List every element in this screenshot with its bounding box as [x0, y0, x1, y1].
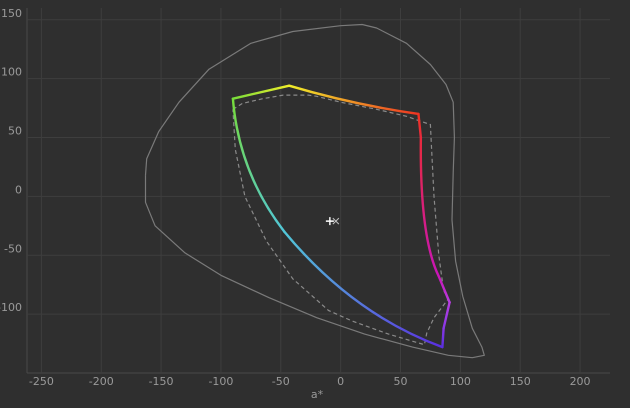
- y-tick-label: -100: [0, 301, 22, 314]
- x-tick-label: -150: [149, 375, 174, 388]
- gamut-segment: [441, 327, 445, 349]
- gamut-segment: [283, 230, 444, 349]
- y-tick-label: 0: [15, 183, 22, 196]
- tick-labels: -250 -200 -150 -100 -50 0 50 100 150 200 150 100 50 0…: [0, 7, 591, 388]
- gamut-segment: [417, 112, 423, 139]
- x-tick-label: 200: [570, 375, 591, 388]
- y-tick-label: 150: [1, 7, 22, 20]
- gamut-segment: [231, 97, 286, 233]
- gamut-chart: -250 -200 -150 -100 -50 0 50 100 150 200 150 100 50 0…: [0, 7, 610, 401]
- x-tick-label: -50: [272, 375, 290, 388]
- y-tick-label: -50: [4, 242, 22, 255]
- x-tick-label: 0: [337, 375, 344, 388]
- gamut-segment: [442, 301, 451, 330]
- outer-gamut-boundary: [144, 23, 485, 359]
- y-tick-label: 50: [8, 125, 22, 138]
- x-tick-label: -200: [89, 375, 114, 388]
- x-tick-label: -250: [29, 375, 54, 388]
- x-tick-label: 150: [510, 375, 531, 388]
- gamut-segment: [287, 84, 420, 116]
- plot-area: [144, 23, 485, 359]
- x-tick-label: -100: [208, 375, 233, 388]
- x-tick-label: 100: [450, 375, 471, 388]
- x-tick-label: 50: [394, 375, 408, 388]
- x-axis-label: a*: [311, 388, 324, 401]
- y-tick-label: 100: [1, 66, 22, 79]
- gamut-segment: [437, 275, 451, 304]
